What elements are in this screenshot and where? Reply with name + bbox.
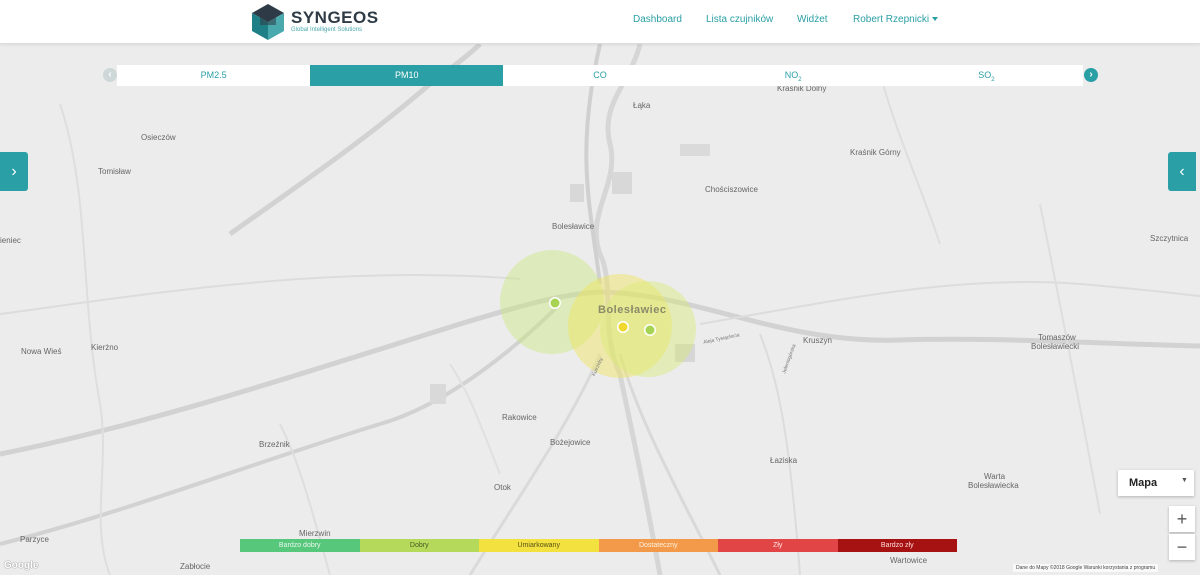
chevron-right-icon: ›: [1089, 69, 1093, 80]
chevron-left-icon: ‹: [108, 69, 112, 80]
tab-co[interactable]: CO: [503, 65, 696, 86]
nav-dashboard[interactable]: Dashboard: [633, 14, 682, 25]
brand-name: SYNGEOS: [291, 8, 379, 27]
place-label-city: Bolesławiec: [598, 304, 667, 316]
legend-item-sufficient: Dostateczny: [598, 539, 718, 552]
place-label: Bolesławiecki: [1031, 342, 1080, 351]
dropdown-arrow-icon: ▼: [1181, 477, 1188, 484]
legend-item-bad: Zły: [718, 539, 838, 552]
nav-sensor-list[interactable]: Lista czujników: [706, 14, 773, 25]
caret-down-icon: [932, 17, 939, 22]
place-label: Warta: [984, 472, 1006, 481]
pollutant-tabs: PM2.5 PM10 CO NO2 SO2: [117, 65, 1083, 86]
map-type-label: Mapa: [1129, 477, 1158, 489]
air-quality-legend: Bardzo dobry Dobry Umiarkowany Dostatecz…: [240, 539, 957, 552]
place-label: Kierżno: [91, 343, 119, 352]
zoom-in-button[interactable]: +: [1169, 506, 1195, 532]
open-right-panel-button[interactable]: ‹: [1168, 152, 1196, 191]
map-canvas[interactable]: Osieczów Tomisław Łąka Kraśnik Dolny Kra…: [0, 44, 1200, 575]
tab-pm10[interactable]: PM10: [310, 65, 504, 86]
zoom-out-button[interactable]: −: [1169, 534, 1195, 560]
open-left-panel-button[interactable]: ›: [0, 152, 28, 191]
chevron-left-icon: ‹: [1179, 163, 1185, 180]
place-label: Kraśnik Górny: [850, 148, 901, 157]
place-label: Tomaszów: [1038, 333, 1076, 342]
place-label: Nowa Wieś: [21, 347, 62, 356]
place-label: Bolesławice: [552, 222, 595, 231]
place-label: Szczytnica: [1150, 234, 1189, 243]
place-label: Chościszowice: [705, 185, 758, 194]
place-label: Kruszyn: [803, 336, 832, 345]
legend-item-good: Dobry: [359, 539, 479, 552]
legend-item-very-bad: Bardzo zły: [837, 539, 957, 552]
map-type-select[interactable]: Mapa ▼: [1118, 470, 1194, 496]
place-label: Zabłocie: [180, 562, 211, 571]
place-label: Łąka: [633, 101, 651, 110]
syngeos-logo-icon: [252, 4, 284, 40]
place-label: Tomisław: [98, 167, 131, 176]
user-menu[interactable]: Robert Rzepnicki: [853, 14, 939, 25]
place-label: Rakowice: [502, 413, 537, 422]
place-label: Łaziska: [770, 456, 798, 465]
place-label: ieniec: [0, 236, 21, 245]
tab-no2[interactable]: NO2: [697, 65, 890, 86]
legend-item-very-good: Bardzo dobry: [240, 539, 360, 552]
tabs-next-button[interactable]: ›: [1084, 68, 1098, 82]
place-label: Parzyce: [20, 535, 49, 544]
google-logo: Google: [4, 560, 39, 571]
legend-item-moderate: Umiarkowany: [479, 539, 599, 552]
place-label: Brzeźnik: [259, 440, 290, 449]
place-label: Bolesławiecka: [968, 481, 1019, 490]
nav-widget[interactable]: Widżet: [797, 14, 828, 25]
place-label: Osieczów: [141, 133, 176, 142]
place-label: Otok: [494, 483, 511, 492]
map-attribution[interactable]: Dane do Mapy ©2018 Google Warunki korzys…: [1013, 564, 1159, 572]
top-navbar: SYNGEOS Global Intelligent Solutions Das…: [0, 0, 1200, 44]
user-name: Robert Rzepnicki: [853, 14, 930, 25]
tabs-prev-button[interactable]: ‹: [103, 68, 117, 82]
place-label: Wartowice: [890, 556, 928, 565]
brand-tagline: Global Intelligent Solutions: [291, 27, 363, 33]
tab-pm25[interactable]: PM2.5: [117, 65, 310, 86]
place-label: Mierzwin: [299, 529, 331, 538]
tab-so2[interactable]: SO2: [890, 65, 1083, 86]
place-label: Bożejowice: [550, 438, 591, 447]
chevron-right-icon: ›: [11, 163, 17, 180]
